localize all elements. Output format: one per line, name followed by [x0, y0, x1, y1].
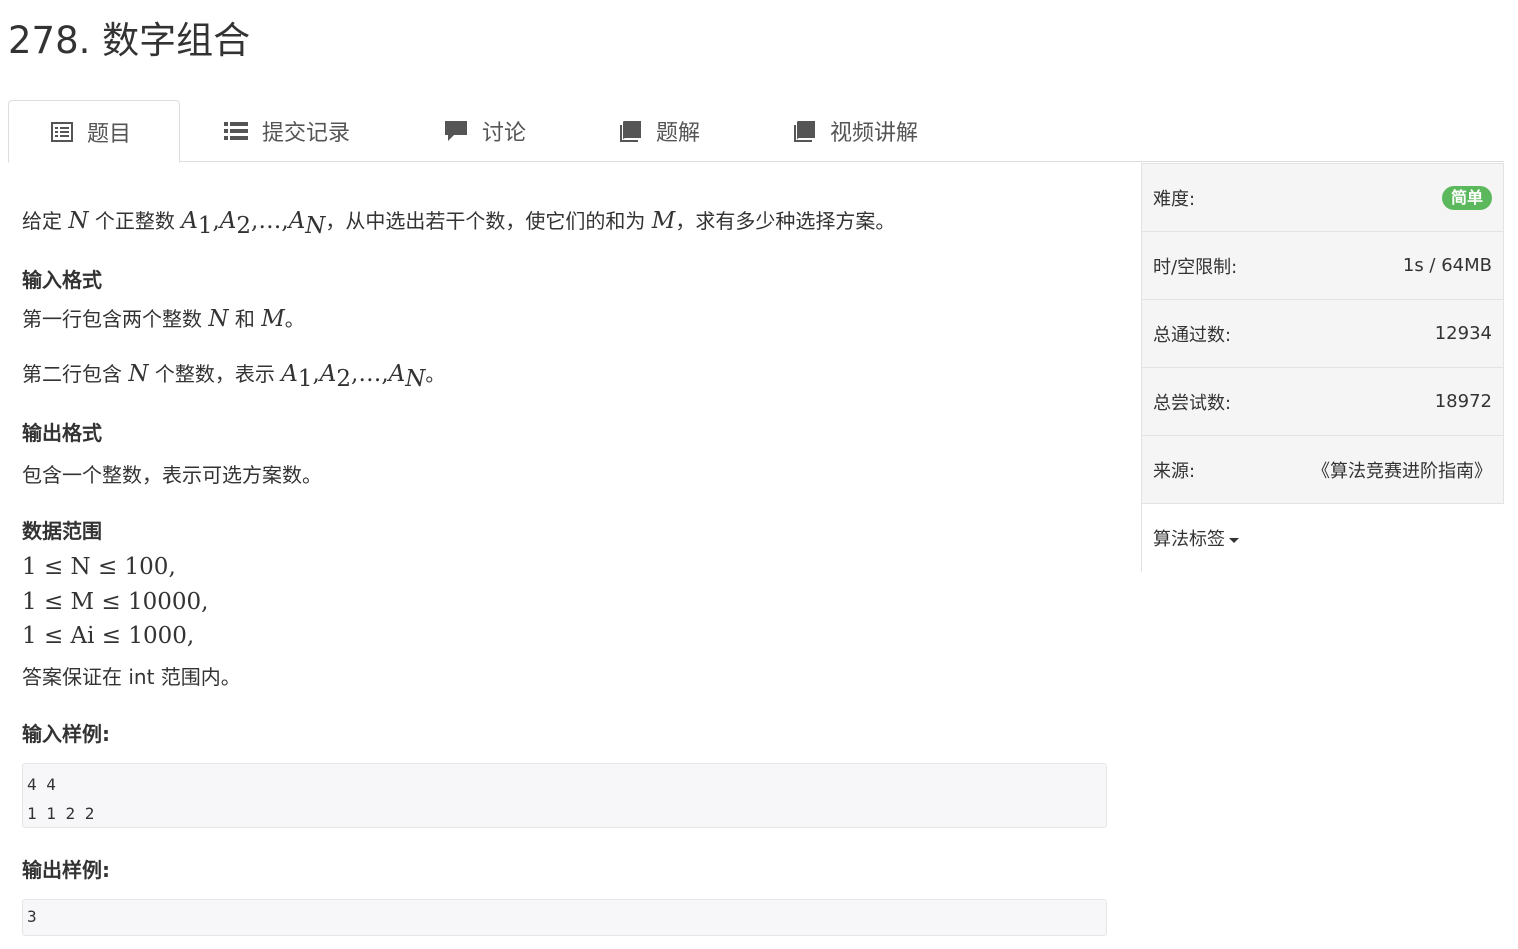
- list-icon: [224, 121, 248, 141]
- range-line-2: 1 ≤ M ≤ 10000,: [22, 589, 209, 615]
- tried-row: 总尝试数: 18972: [1141, 367, 1504, 435]
- math-sub: 2: [336, 366, 352, 392]
- math-dots: …: [358, 361, 382, 387]
- math-sub: 1: [297, 366, 313, 392]
- tab-problem[interactable]: 题目: [8, 100, 180, 163]
- source-value[interactable]: 《算法竞赛进阶指南》: [1312, 457, 1492, 483]
- sample-input-title: 输入样例:: [22, 722, 110, 746]
- list-alt-icon: [51, 121, 73, 142]
- text: 个正整数: [88, 209, 182, 233]
- page-title: 278. 数字组合: [8, 19, 251, 62]
- input-line-1: 第一行包含两个整数 N 和 M。: [22, 303, 305, 332]
- difficulty-badge: 简单: [1441, 185, 1492, 210]
- math-comma: ,: [281, 208, 289, 234]
- output-description: 包含一个整数，表示可选方案数。: [22, 463, 322, 487]
- math-var: M: [651, 208, 676, 234]
- math-var: A: [319, 361, 337, 387]
- text: 给定: [22, 209, 69, 233]
- text: 第一行包含两个整数: [22, 307, 209, 331]
- book-icon: [620, 120, 642, 142]
- text: ，求有多少种选择方案。: [675, 209, 896, 233]
- math-sub: N: [305, 213, 326, 239]
- tab-video[interactable]: 视频讲解: [794, 100, 918, 162]
- input-format-title: 输入格式: [22, 268, 102, 292]
- source-row: 来源: 《算法竞赛进阶指南》: [1141, 435, 1504, 503]
- tags-row: 算法标签: [1141, 503, 1504, 572]
- sample-output-code[interactable]: 3: [22, 899, 1107, 936]
- tags-dropdown[interactable]: 算法标签: [1153, 525, 1239, 551]
- caret-down-icon: [1229, 537, 1239, 543]
- math-dots: …: [258, 208, 282, 234]
- range-line-3: 1 ≤ Ai ≤ 1000,: [22, 623, 195, 649]
- math-comma: ,: [381, 361, 389, 387]
- math-sub: N: [405, 366, 426, 392]
- comment-icon: [444, 120, 468, 142]
- math-sub: 1: [197, 213, 213, 239]
- math-var: N: [208, 306, 229, 332]
- tried-value: 18972: [1434, 391, 1492, 412]
- math-var: A: [181, 208, 198, 234]
- difficulty-label: 难度:: [1153, 188, 1196, 210]
- tab-submissions[interactable]: 提交记录: [224, 100, 350, 162]
- difficulty-row: 难度: 简单: [1141, 163, 1504, 231]
- text: ，从中选出若干个数，使它们的和为: [325, 209, 652, 233]
- limit-label: 时/空限制:: [1153, 256, 1238, 278]
- passed-value: 12934: [1434, 323, 1492, 344]
- passed-row: 总通过数: 12934: [1141, 299, 1504, 367]
- range-line-1: 1 ≤ N ≤ 100,: [22, 554, 176, 580]
- tried-label: 总尝试数:: [1153, 392, 1232, 414]
- tab-bar: 题目 提交记录 讨论 题解 视频讲解: [8, 100, 1504, 163]
- tab-label: 提交记录: [262, 121, 351, 146]
- output-format-title: 输出格式: [22, 421, 102, 445]
- tab-label: 题解: [656, 121, 701, 146]
- math-var: N: [68, 208, 89, 234]
- limit-value: 1s / 64MB: [1402, 255, 1492, 276]
- problem-description: 给定 N 个正整数 A1,A2,…,AN，从中选出若干个数，使它们的和为 M，求…: [22, 205, 895, 239]
- tab-solutions[interactable]: 题解: [620, 100, 700, 162]
- tab-discussion[interactable]: 讨论: [444, 100, 526, 162]
- math-comma: ,: [312, 361, 320, 387]
- math-comma: ,: [212, 208, 220, 234]
- problem-info-panel: 难度: 简单 时/空限制: 1s / 64MB 总通过数: 12934 总尝试数…: [1141, 163, 1504, 572]
- tab-label: 题目: [87, 121, 132, 147]
- source-label: 来源:: [1153, 460, 1196, 482]
- math-var: A: [388, 361, 406, 387]
- passed-label: 总通过数:: [1153, 324, 1232, 346]
- math-var: A: [219, 208, 237, 234]
- math-var: M: [261, 306, 285, 332]
- text: 个整数，表示: [148, 362, 282, 386]
- text: 和: [228, 307, 262, 331]
- math-sub: 2: [236, 213, 252, 239]
- tags-label: 算法标签: [1153, 529, 1225, 550]
- text: 第二行包含: [22, 362, 129, 386]
- math-var: A: [288, 208, 306, 234]
- tab-label: 视频讲解: [830, 121, 919, 146]
- range-note: 答案保证在 int 范围内。: [22, 665, 241, 689]
- data-range-title: 数据范围: [22, 519, 102, 543]
- math-var: N: [128, 361, 149, 387]
- text: 。: [284, 307, 305, 331]
- book-icon: [794, 120, 816, 142]
- tab-label: 讨论: [482, 121, 527, 146]
- sample-output-title: 输出样例:: [22, 858, 110, 882]
- input-line-2: 第二行包含 N 个整数，表示 A1,A2,…,AN。: [22, 358, 445, 392]
- limit-row: 时/空限制: 1s / 64MB: [1141, 231, 1504, 299]
- text: 。: [425, 362, 446, 386]
- sample-input-code[interactable]: 4 4 1 1 2 2: [22, 763, 1107, 828]
- math-var: A: [281, 361, 298, 387]
